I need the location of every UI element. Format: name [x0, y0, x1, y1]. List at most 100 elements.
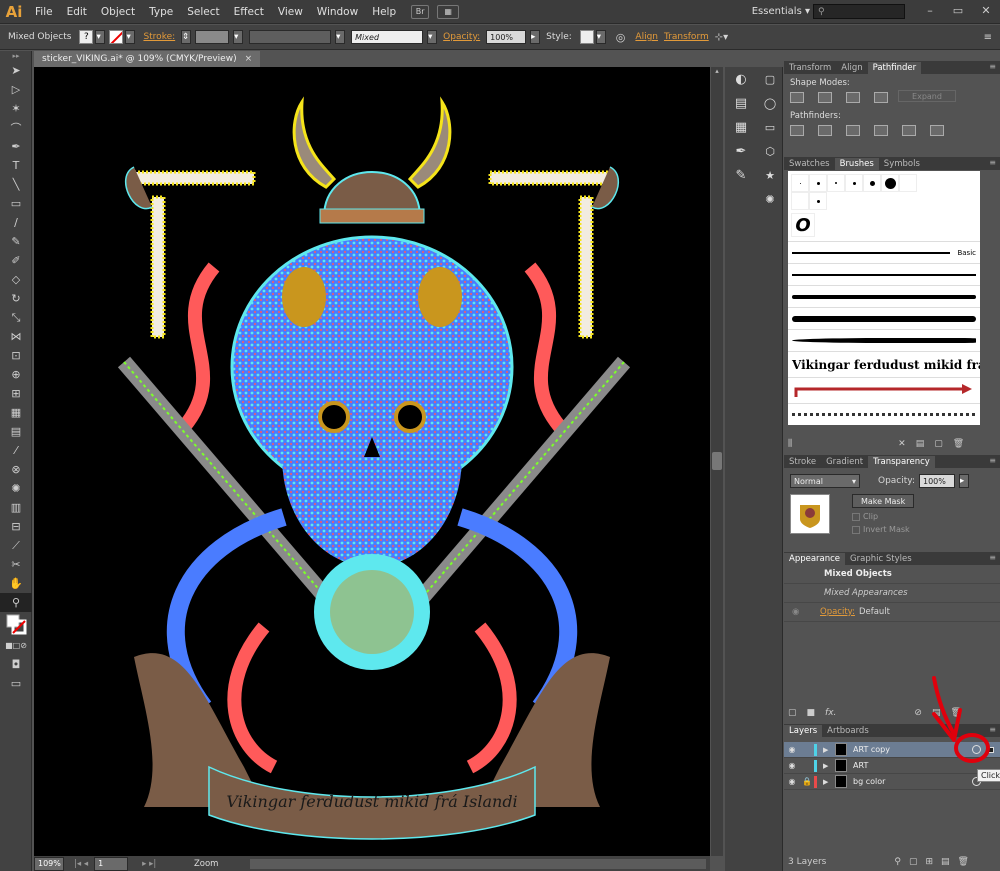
search-input[interactable]: ⚲ — [813, 4, 905, 19]
next-artboard-icon[interactable]: ▸ ▸| — [142, 859, 156, 869]
mesh-tool-icon[interactable]: ▦ — [0, 403, 32, 422]
expand-triangle-icon[interactable]: ▶ — [823, 762, 835, 770]
stroke-weight-dropdown[interactable]: ▾ — [233, 30, 244, 44]
tab-graphic-styles[interactable]: Graphic Styles — [845, 553, 917, 565]
lock-icon[interactable]: 🔒 — [800, 777, 814, 786]
crop-icon[interactable] — [874, 125, 888, 136]
brushes-menu-icon[interactable]: ≡ — [989, 158, 996, 167]
width-tool-icon[interactable]: ⋈ — [0, 327, 32, 346]
close-tab-icon[interactable]: × — [245, 54, 253, 64]
add-stroke-icon[interactable]: ▢ — [788, 708, 797, 718]
minimize-icon[interactable]: – — [916, 0, 944, 20]
invert-mask-checkbox-row[interactable]: Invert Mask — [852, 525, 914, 534]
art-brush-row-1[interactable] — [788, 263, 980, 285]
tab-pathfinder[interactable]: Pathfinder — [867, 62, 922, 74]
zoom-tool-icon[interactable]: ⚲ — [0, 593, 32, 612]
tab-gradient[interactable]: Gradient — [821, 456, 868, 468]
expand-button[interactable]: Expand — [898, 90, 956, 102]
scissors-tool-icon[interactable]: ✂ — [0, 555, 32, 574]
type-tool-icon[interactable]: T — [0, 156, 32, 175]
shape-dock-icon[interactable]: ◯ — [757, 91, 783, 115]
brush-dock-icon[interactable]: ✒ — [725, 139, 757, 163]
brush-dot[interactable] — [863, 174, 881, 192]
fill-swatch[interactable]: ? — [79, 30, 94, 44]
art-brush-row-3[interactable] — [788, 307, 980, 329]
brush-options-icon[interactable]: ▤ — [916, 439, 925, 449]
graphic-style-swatch[interactable] — [579, 30, 594, 44]
layer-name[interactable]: ART — [853, 761, 868, 770]
maximize-icon[interactable]: ▭ — [944, 0, 972, 20]
tab-transparency[interactable]: Transparency — [868, 456, 935, 468]
control-bar-menu-icon[interactable]: ≡ — [984, 32, 992, 43]
first-artboard-icon[interactable]: |◂ ◂ — [74, 859, 88, 869]
line-tool-icon[interactable]: ╲ — [0, 175, 32, 194]
make-clipping-mask-icon[interactable]: ▢ — [909, 857, 918, 867]
appearance-opacity-row[interactable]: ◉ Opacity: Default — [784, 603, 1000, 622]
menu-file[interactable]: File — [28, 6, 60, 18]
expand-triangle-icon[interactable]: ▶ — [823, 746, 835, 754]
visibility-eye-icon[interactable]: ◉ — [784, 761, 800, 770]
tab-artboards[interactable]: Artboards — [822, 725, 874, 737]
pen-tool-icon[interactable]: ✒ — [0, 137, 32, 156]
magic-wand-tool-icon[interactable]: ✶ — [0, 99, 32, 118]
artboard-canvas[interactable]: Vikingar ferdudust mikid frá Islandi — [34, 67, 710, 856]
menu-window[interactable]: Window — [310, 6, 365, 18]
transparency-opacity-dropdown[interactable]: ▸ — [959, 474, 969, 488]
trim-icon[interactable] — [818, 125, 832, 136]
tab-align[interactable]: Align — [836, 62, 867, 74]
opacity-link[interactable]: Opacity: — [443, 32, 480, 42]
swatch-library-icon[interactable]: ▦ — [725, 115, 757, 139]
brush-dot[interactable] — [845, 174, 863, 192]
menu-type[interactable]: Type — [142, 6, 180, 18]
draw-mode-icon[interactable]: ◘ — [0, 655, 32, 674]
opacity-dropdown[interactable]: ▸ — [530, 30, 541, 44]
brush-dot[interactable] — [899, 174, 917, 192]
art-brush-row-2[interactable] — [788, 285, 980, 307]
basic-brush-row[interactable]: Basic — [788, 241, 980, 263]
transform-link[interactable]: Transform — [664, 32, 709, 42]
appearance-opacity-link[interactable]: Opacity: — [820, 607, 855, 617]
tab-layers[interactable]: Layers — [784, 725, 823, 737]
rotate-tool-icon[interactable]: ↻ — [0, 289, 32, 308]
document-tab[interactable]: sticker_VIKING.ai* @ 109% (CMYK/Preview)… — [34, 51, 261, 67]
pencil-tool-icon[interactable]: ✎ — [0, 232, 32, 251]
stroke-swatch[interactable] — [109, 30, 124, 44]
make-mask-button[interactable]: Make Mask — [852, 494, 915, 508]
new-layer-icon[interactable]: ▤ — [941, 857, 950, 867]
stroke-weight-stepper[interactable]: ⇕ — [181, 30, 192, 44]
blend-tool-icon[interactable]: ⊗ — [0, 460, 32, 479]
transparency-opacity-input[interactable]: 100% — [919, 474, 955, 488]
outline-icon[interactable] — [902, 125, 916, 136]
new-sublayer-icon[interactable]: ⊞ — [925, 857, 933, 867]
artboard-number[interactable]: 1 — [94, 856, 129, 871]
profile-dropdown[interactable]: ▾ — [335, 30, 346, 44]
flare-icon[interactable]: ✺ — [757, 187, 783, 211]
layer-row-bg-color[interactable]: ◉ 🔒 ▶ bg color — [784, 774, 1000, 790]
rounded-rect-icon[interactable]: ▭ — [757, 115, 783, 139]
lasso-tool-icon[interactable]: ⌒ — [0, 118, 32, 137]
horizontal-scrollbar[interactable] — [250, 858, 706, 869]
workspace-switcher[interactable]: Essentials ▾ — [752, 6, 810, 17]
brush-dot[interactable] — [791, 174, 809, 192]
art-brush-row-4[interactable] — [788, 329, 980, 351]
arrange-documents-button[interactable]: ▦ — [437, 4, 460, 19]
intersect-icon[interactable] — [846, 92, 860, 103]
brush-dot[interactable] — [809, 174, 827, 192]
paintbrush-tool-icon[interactable]: ∕ — [0, 213, 32, 232]
tab-swatches[interactable]: Swatches — [784, 158, 835, 170]
add-fill-icon[interactable]: ■ — [807, 708, 816, 718]
pattern-brush-row-2[interactable] — [788, 403, 980, 425]
brush-dot[interactable] — [881, 174, 899, 192]
status-mode[interactable]: Zoom — [166, 859, 246, 869]
menu-edit[interactable]: Edit — [60, 6, 94, 18]
close-icon[interactable]: ✕ — [972, 0, 1000, 20]
fill-stroke-icon[interactable] — [0, 612, 32, 636]
clip-checkbox[interactable] — [852, 512, 860, 521]
symbol-sprayer-tool-icon[interactable]: ✺ — [0, 479, 32, 498]
stroke-panel-link[interactable]: Stroke: — [143, 32, 175, 42]
brush-dot[interactable] — [791, 192, 809, 210]
scroll-up-icon[interactable]: ▴ — [711, 67, 723, 77]
delete-layer-icon[interactable]: 🗑 — [958, 857, 969, 867]
eraser-tool-icon[interactable]: ◇ — [0, 270, 32, 289]
visibility-eye-icon[interactable]: ◉ — [784, 745, 800, 754]
